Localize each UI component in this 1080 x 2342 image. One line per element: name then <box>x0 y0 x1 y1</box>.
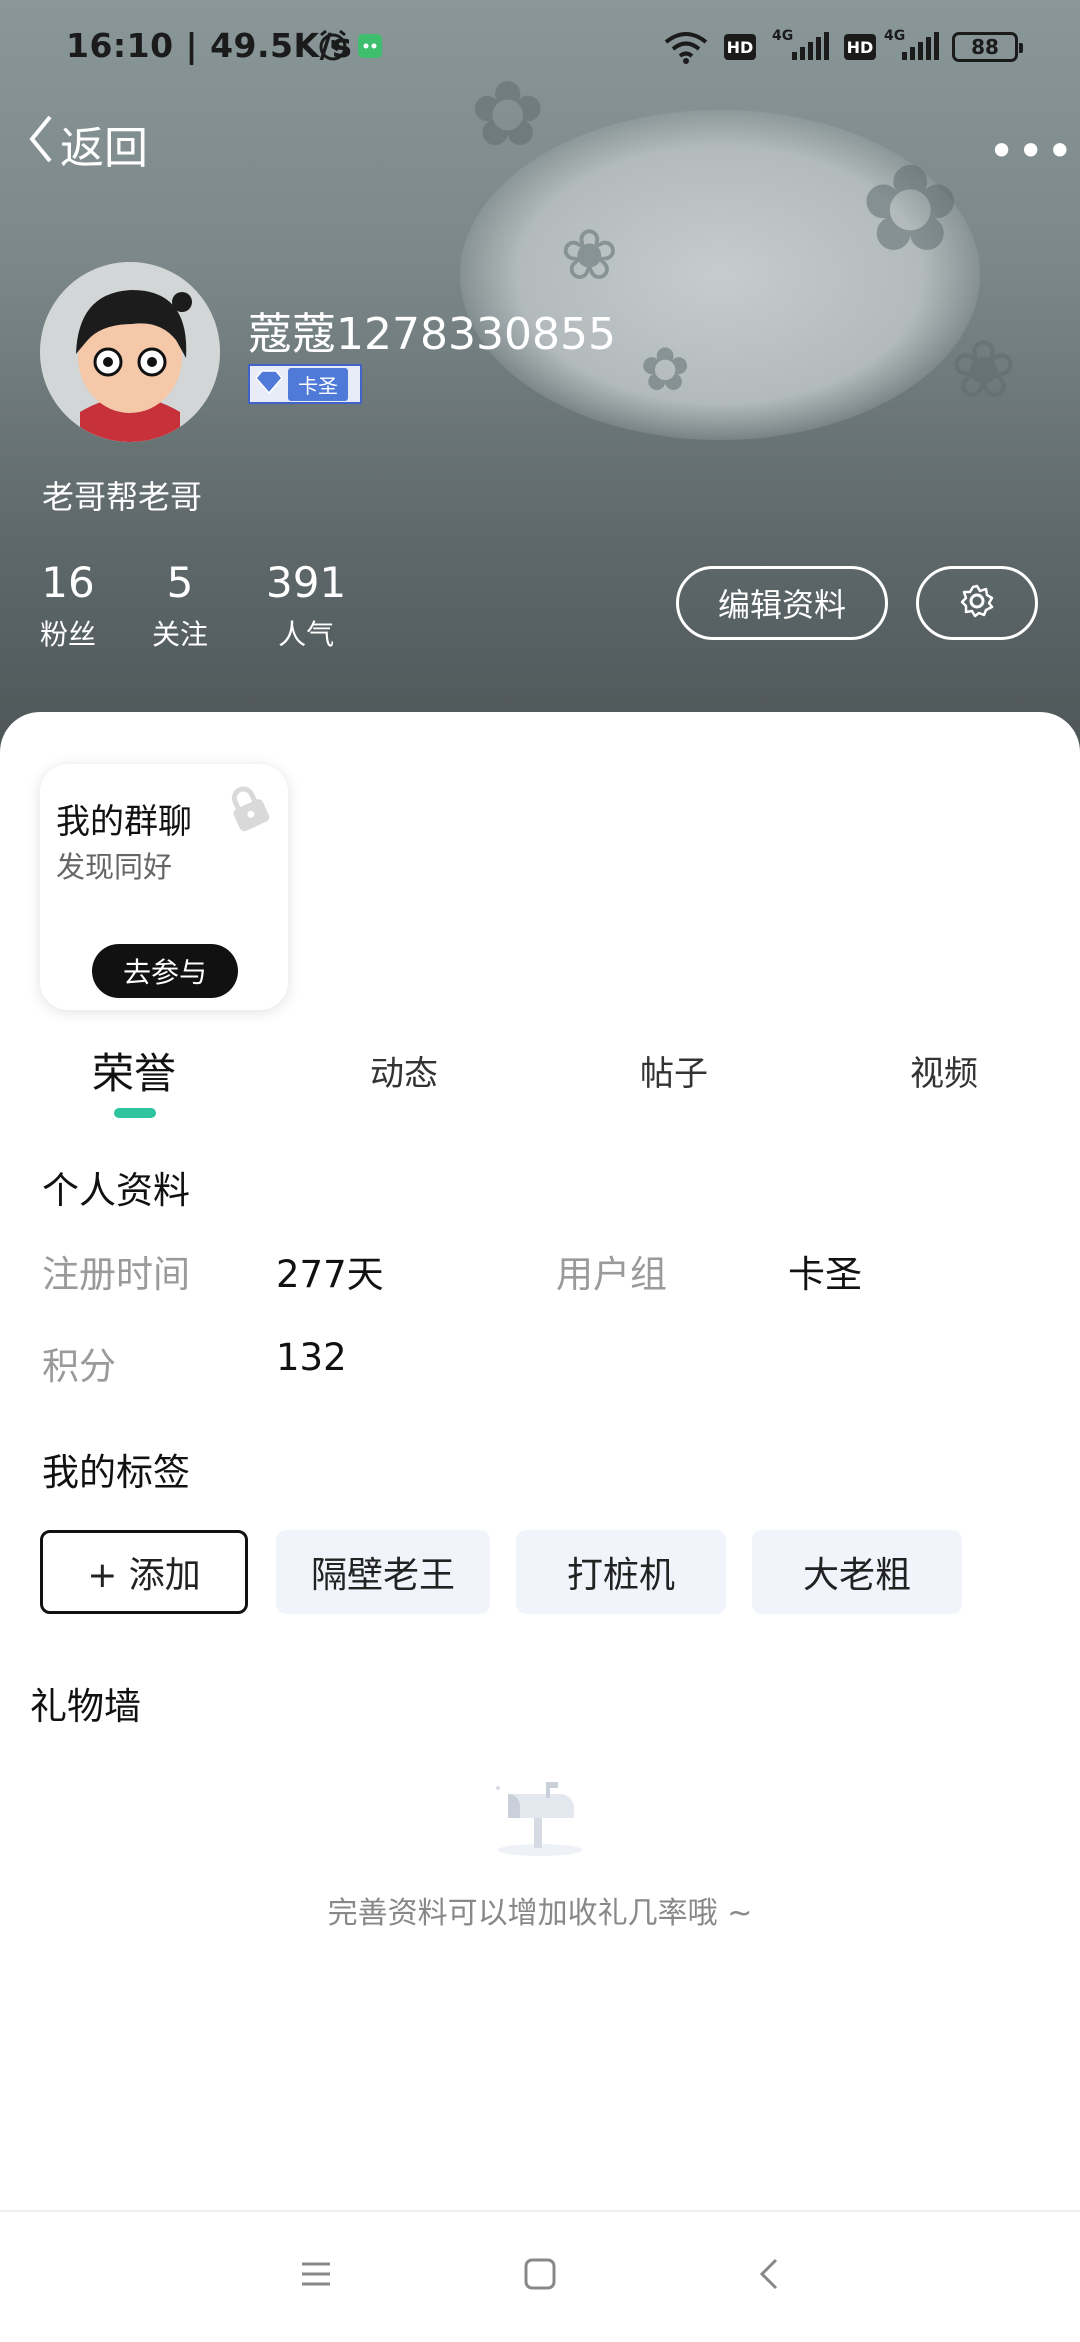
my-tags-title: 我的标签 <box>42 1451 190 1494</box>
popularity-count: 391 <box>266 558 347 607</box>
group-chat-title: 我的群聊 <box>56 802 192 842</box>
tag-item[interactable]: 隔壁老王 <box>276 1530 490 1614</box>
system-navigation-bar <box>0 2210 1080 2342</box>
back-button[interactable]: 返回 <box>26 112 148 176</box>
points-label: 积分 <box>42 1345 116 1388</box>
edit-profile-button[interactable]: 编辑资料 <box>676 566 888 640</box>
gear-icon <box>959 583 995 623</box>
status-bar: 16:10 | 49.5K/s HD 4G HD 4G 88 <box>0 0 1080 96</box>
registration-time-value: 277天 <box>276 1253 384 1296</box>
followers-stat[interactable]: 16 粉丝 <box>40 558 96 653</box>
diamond-icon <box>254 369 284 399</box>
wifi-icon <box>662 30 710 70</box>
signal-icon <box>790 32 830 66</box>
popularity-label: 人气 <box>278 618 335 651</box>
settings-button[interactable] <box>916 566 1038 640</box>
background-leaf: ❀ <box>950 323 1018 416</box>
username: 蔻蔻1278330855 <box>248 309 616 360</box>
tab-posts[interactable]: 帖子 <box>640 1046 708 1095</box>
menu-icon[interactable] <box>298 2256 334 2296</box>
alarm-icon <box>316 28 350 66</box>
app-notification-icon <box>356 32 384 64</box>
followers-label: 粉丝 <box>40 618 97 651</box>
gift-wall-title: 礼物墙 <box>30 1685 141 1728</box>
status-time: 16:10 | 49.5K/s <box>66 26 353 65</box>
user-signature: 老哥帮老哥 <box>42 478 203 516</box>
user-level-badge: 卡圣 <box>248 364 362 404</box>
active-tab-indicator <box>114 1108 156 1118</box>
tab-honor[interactable]: 荣誉 <box>92 1040 176 1101</box>
user-group-value: 卡圣 <box>788 1253 862 1296</box>
background-leaf: ✿ <box>640 335 691 405</box>
join-group-button[interactable]: 去参与 <box>92 944 238 998</box>
tab-activity[interactable]: 动态 <box>370 1046 438 1095</box>
followers-count: 16 <box>41 558 95 607</box>
group-chat-card[interactable]: 我的群聊 发现同好 去参与 <box>40 764 288 1010</box>
following-count: 5 <box>166 558 194 607</box>
group-chat-subtitle: 发现同好 <box>56 850 173 884</box>
background-leaf: ✿ <box>860 140 961 279</box>
tag-item[interactable]: 打桩机 <box>516 1530 726 1614</box>
user-group-label: 用户组 <box>556 1253 667 1296</box>
tag-item[interactable]: 大老粗 <box>752 1530 962 1614</box>
tab-videos[interactable]: 视频 <box>910 1046 978 1095</box>
add-tag-button[interactable]: + 添加 <box>40 1530 248 1614</box>
gift-wall-empty-message: 完善资料可以增加收礼几率哦 ~ <box>327 1896 753 1931</box>
badge-label: 卡圣 <box>288 367 348 401</box>
personal-info-title: 个人资料 <box>42 1169 190 1212</box>
mailbox-icon <box>490 1778 590 1862</box>
following-stat[interactable]: 5 关注 <box>152 558 208 653</box>
hd-icon: HD <box>724 34 756 60</box>
hd-icon: HD <box>844 34 876 60</box>
lock-icon <box>222 782 274 838</box>
back-nav-icon[interactable] <box>752 2256 788 2296</box>
home-icon[interactable] <box>522 2256 558 2296</box>
points-value: 132 <box>276 1336 347 1379</box>
following-label: 关注 <box>152 618 209 651</box>
battery-icon: 88 <box>952 32 1023 62</box>
popularity-stat[interactable]: 391 人气 <box>266 558 346 653</box>
chevron-left-icon <box>26 113 56 176</box>
background-leaf: ❀ <box>560 214 619 296</box>
back-label: 返回 <box>60 123 148 174</box>
signal-icon <box>900 32 940 66</box>
avatar[interactable] <box>40 262 220 442</box>
registration-time-label: 注册时间 <box>42 1253 190 1296</box>
avatar-illustration-icon <box>40 262 220 442</box>
more-options-button[interactable]: ••• <box>988 124 1075 178</box>
